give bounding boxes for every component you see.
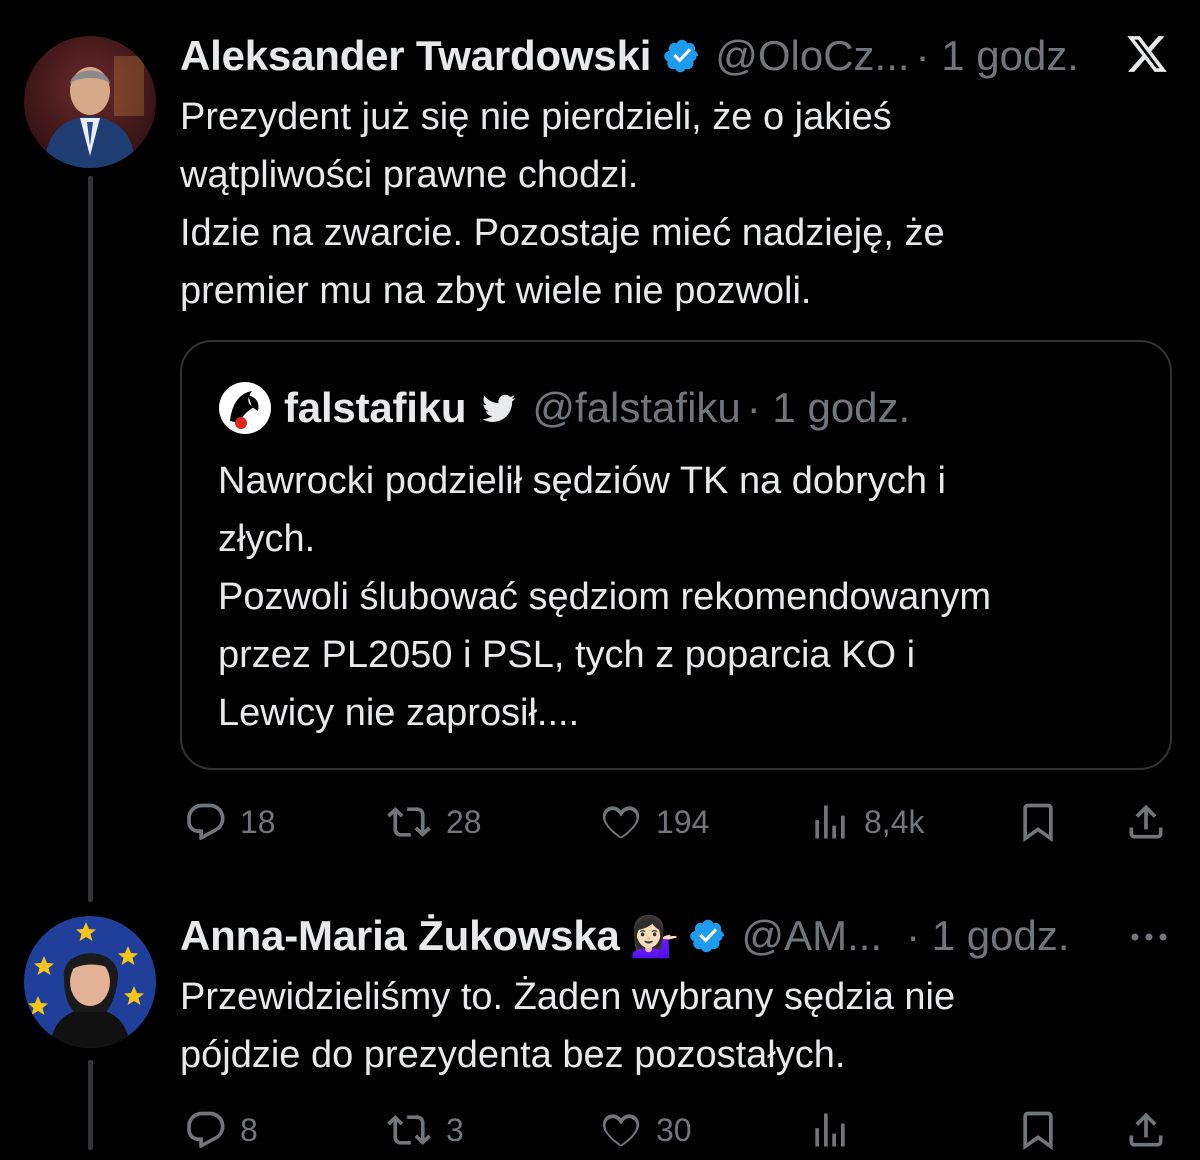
tweet-actions: 18 28 194 8,4k bbox=[180, 792, 1170, 852]
bookmark-button[interactable] bbox=[1016, 800, 1060, 844]
author-name[interactable]: Anna-Maria Żukowska bbox=[180, 912, 620, 960]
repost-count: 28 bbox=[446, 803, 482, 840]
like-icon bbox=[602, 1114, 640, 1147]
quote-header: falstafiku @falstafiku · 1 godz. bbox=[218, 380, 910, 436]
quote-author-handle[interactable]: @falstafiku bbox=[532, 384, 740, 432]
more-icon[interactable] bbox=[1128, 920, 1170, 959]
tweet-time[interactable]: · 1 godz. bbox=[916, 32, 1079, 80]
tweet-text-line: Prezydent już się nie pierdzieli, że o j… bbox=[180, 96, 892, 138]
share-button[interactable] bbox=[1124, 1108, 1168, 1152]
avatar[interactable] bbox=[24, 36, 156, 168]
author-name[interactable]: Aleksander Twardowski bbox=[180, 32, 651, 80]
twitter-bird-icon bbox=[480, 391, 518, 425]
thread-line bbox=[88, 176, 93, 902]
bookmark-icon bbox=[1023, 1111, 1053, 1151]
quote-text-line: przez PL2050 i PSL, tych z poparcia KO i bbox=[218, 634, 916, 676]
reply-icon bbox=[187, 803, 225, 841]
like-icon bbox=[602, 806, 640, 839]
repost-count: 3 bbox=[446, 1111, 464, 1148]
quote-text: Nawrocki podzielił sędziów TK na dobrych… bbox=[218, 452, 991, 742]
like-button[interactable]: 194 bbox=[598, 800, 709, 844]
tweet-header: Anna-Maria Żukowska 💁🏻‍♀️ @AM... · 1 god… bbox=[180, 908, 1180, 964]
tweet-time[interactable]: · 1 godz. bbox=[906, 912, 1069, 960]
tweet-text-line: pójdzie do prezydenta bez pozostałych. bbox=[180, 1034, 846, 1076]
quote-author-name[interactable]: falstafiku bbox=[284, 384, 467, 432]
like-button[interactable]: 30 bbox=[598, 1108, 692, 1152]
quote-time[interactable]: · 1 godz. bbox=[747, 384, 910, 432]
reply-button[interactable]: 8 bbox=[184, 1108, 258, 1152]
tweet-text-line: Przewidzieliśmy to. Żaden wybrany sędzia… bbox=[180, 976, 956, 1018]
quote-text-line: Nawrocki podzielił sędziów TK na dobrych… bbox=[218, 460, 946, 502]
share-button[interactable] bbox=[1124, 800, 1168, 844]
tweet-text-line: premier mu na zbyt wiele nie pozwoli. bbox=[180, 270, 812, 312]
tweet-text-line: Idzie na zwarcie. Pozostaje mieć nadziej… bbox=[180, 212, 945, 254]
tweet-actions: 8 3 30 bbox=[180, 1100, 1170, 1160]
avatar[interactable] bbox=[24, 916, 156, 1048]
reply-button[interactable]: 18 bbox=[184, 800, 276, 844]
quote-text-line: złych. bbox=[218, 518, 316, 560]
views-button[interactable]: 8,4k bbox=[808, 800, 924, 844]
tweet-text: Prezydent już się nie pierdzieli, że o j… bbox=[180, 88, 945, 320]
like-count: 194 bbox=[656, 803, 710, 840]
repost-button[interactable]: 3 bbox=[384, 1108, 464, 1152]
repost-icon bbox=[387, 1115, 431, 1145]
views-count: 8,4k bbox=[864, 803, 925, 840]
views-icon bbox=[815, 1113, 845, 1147]
reply-icon bbox=[187, 1111, 225, 1149]
share-icon bbox=[1129, 804, 1163, 839]
share-icon bbox=[1129, 1112, 1163, 1147]
views-button[interactable] bbox=[808, 1108, 852, 1152]
author-handle[interactable]: @AM... bbox=[741, 912, 882, 960]
quoted-tweet[interactable]: falstafiku @falstafiku · 1 godz. Nawrock… bbox=[180, 340, 1172, 770]
quote-text-line: Pozwoli ślubować sędziom rekomendowanym bbox=[218, 576, 992, 618]
reply-count: 18 bbox=[240, 803, 276, 840]
views-icon bbox=[815, 805, 845, 839]
bookmark-icon bbox=[1023, 803, 1053, 843]
author-handle[interactable]: @OloCz... bbox=[715, 32, 909, 80]
verified-icon bbox=[689, 917, 727, 955]
bookmark-button[interactable] bbox=[1016, 1108, 1060, 1152]
tweet-header: Aleksander Twardowski @OloCz... · 1 godz… bbox=[180, 28, 1079, 84]
repost-icon bbox=[387, 807, 431, 837]
tweet-text-line: wątpliwości prawne chodzi. bbox=[180, 154, 639, 196]
author-emoji: 💁🏻‍♀️ bbox=[629, 914, 680, 959]
reply-count: 8 bbox=[240, 1111, 258, 1148]
tweet-text: Przewidzieliśmy to. Żaden wybrany sędzia… bbox=[180, 968, 955, 1084]
thread-line bbox=[88, 1060, 93, 1150]
quote-avatar bbox=[218, 381, 272, 435]
like-count: 30 bbox=[656, 1111, 692, 1148]
quote-text-line: Lewicy nie zaprosił.... bbox=[218, 692, 580, 734]
verified-icon bbox=[663, 37, 701, 75]
x-logo-icon[interactable] bbox=[1124, 32, 1170, 81]
repost-button[interactable]: 28 bbox=[384, 800, 482, 844]
